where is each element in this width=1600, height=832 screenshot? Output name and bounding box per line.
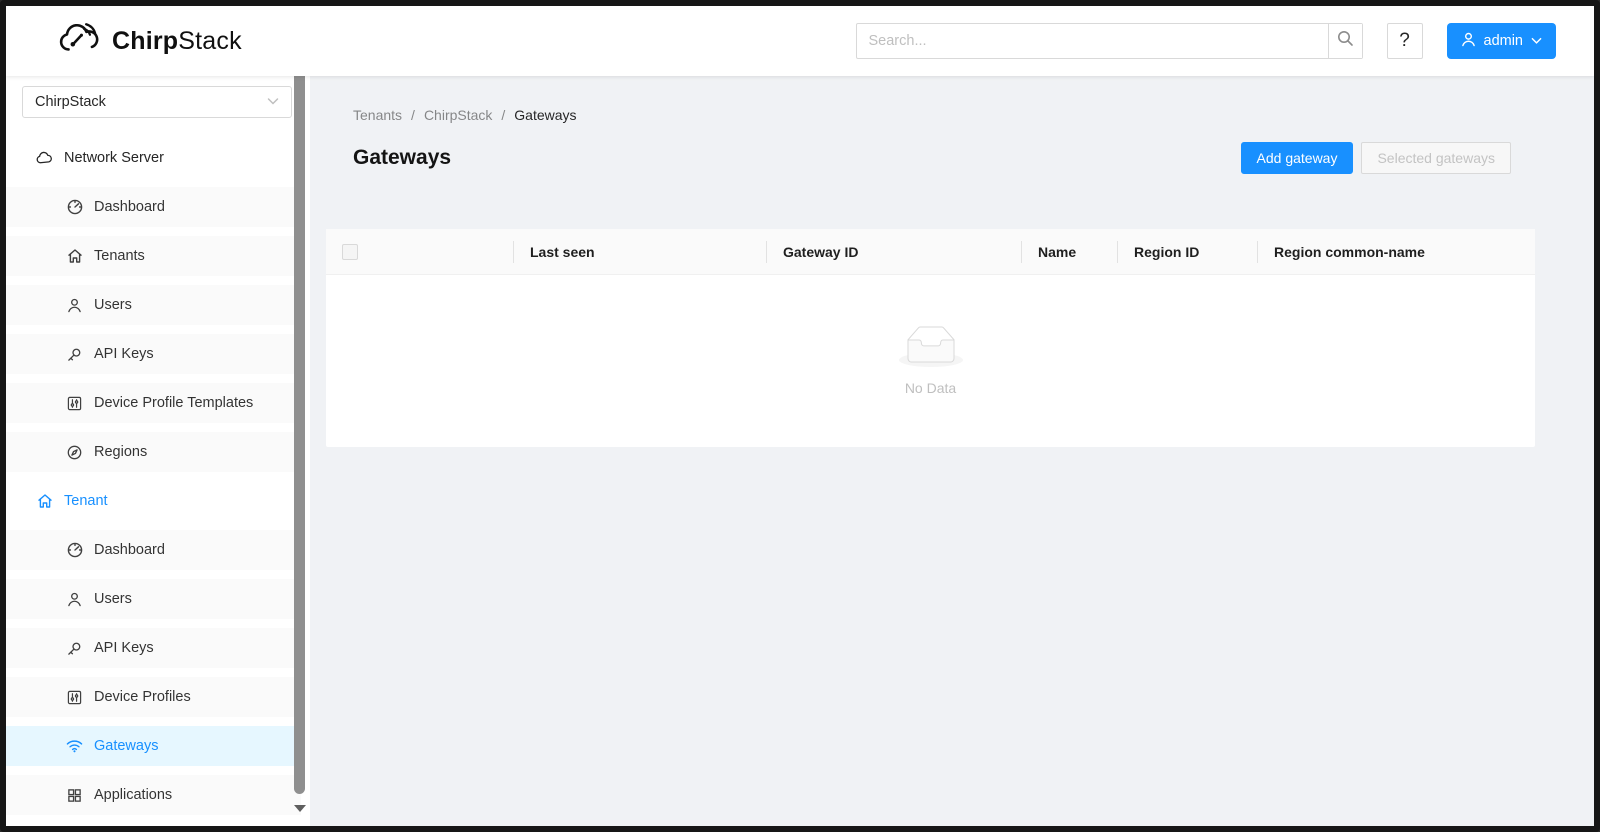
chirpstack-logo: ChirpStack xyxy=(56,20,242,63)
caret-down-icon[interactable] xyxy=(294,805,306,812)
sidebar-item-label: Regions xyxy=(94,444,148,460)
user-menu-label: admin xyxy=(1483,33,1524,49)
sidebar-navigation: ChirpStack Network Server Dashboard Tena… xyxy=(6,76,310,826)
main-content: Tenants / ChirpStack / Gateways Gateways… xyxy=(310,76,1594,826)
column-header-name[interactable]: Name xyxy=(1022,229,1118,274)
sidebar-item-tenant-dashboard[interactable]: Dashboard xyxy=(6,530,301,570)
compass-icon xyxy=(66,445,83,460)
sidebar-item-tenant-api-keys[interactable]: API Keys xyxy=(6,628,301,668)
select-all-checkbox[interactable] xyxy=(342,243,358,260)
sidebar-item-label: Gateways xyxy=(94,738,159,754)
sidebar-item-label: Device Profiles xyxy=(94,689,191,705)
sidebar-item-ns-api-keys[interactable]: API Keys xyxy=(6,334,301,374)
sidebar-item-tenant-gateways[interactable]: Gateways xyxy=(6,726,301,766)
logo-wordmark: ChirpStack xyxy=(112,26,242,55)
chevron-down-icon xyxy=(267,94,279,110)
sidebar-item-ns-tenants[interactable]: Tenants xyxy=(6,236,301,276)
user-icon xyxy=(66,298,83,313)
sidebar-item-tenant-applications[interactable]: Applications xyxy=(6,775,301,815)
sidebar-section-network-server[interactable]: Network Server xyxy=(6,138,301,178)
tenant-select-dropdown[interactable]: ChirpStack xyxy=(22,86,292,118)
sidebar-item-label: API Keys xyxy=(94,640,154,656)
sidebar-item-label: Users xyxy=(94,297,132,313)
selected-gateways-button[interactable]: Selected gateways xyxy=(1361,142,1511,174)
key-icon xyxy=(66,347,83,362)
user-icon xyxy=(1461,32,1476,51)
column-header-gateway-id[interactable]: Gateway ID xyxy=(767,229,1022,274)
sidebar-item-label: Dashboard xyxy=(94,199,165,215)
chirpstack-app-window: ChirpStack ? xyxy=(0,0,1600,832)
sidebar-item-label: Device Profile Templates xyxy=(94,395,254,411)
user-menu-button[interactable]: admin xyxy=(1446,23,1556,59)
empty-state: No Data xyxy=(326,275,1535,447)
top-header-bar: ChirpStack ? xyxy=(6,6,1594,76)
sidebar-menu: Network Server Dashboard Tenants Users A… xyxy=(6,138,310,815)
gateways-table-card: Last seen Gateway ID Name Region ID Regi… xyxy=(326,229,1535,447)
search-button[interactable] xyxy=(1327,24,1362,58)
sidebar-item-tenant-users[interactable]: Users xyxy=(6,579,301,619)
help-button[interactable]: ? xyxy=(1386,23,1423,59)
sidebar-item-ns-regions[interactable]: Regions xyxy=(6,432,301,472)
sliders-icon xyxy=(66,690,83,705)
sidebar-item-ns-users[interactable]: Users xyxy=(6,285,301,325)
search-input[interactable] xyxy=(856,24,1328,58)
sidebar-item-label: Users xyxy=(94,591,132,607)
column-header-region-common-name[interactable]: Region common-name xyxy=(1258,229,1535,274)
add-gateway-button[interactable]: Add gateway xyxy=(1240,142,1354,174)
chevron-down-icon xyxy=(1531,33,1542,49)
breadcrumb: Tenants / ChirpStack / Gateways xyxy=(353,104,1535,126)
sidebar-item-label: API Keys xyxy=(94,346,154,362)
sidebar-item-label: Applications xyxy=(94,787,173,803)
empty-state-text: No Data xyxy=(904,380,957,396)
dashboard-icon xyxy=(66,199,83,215)
home-icon xyxy=(36,493,53,509)
sidebar-section-label: Tenant xyxy=(64,493,108,509)
tenant-select-value: ChirpStack xyxy=(35,94,106,110)
inbox-icon xyxy=(898,326,963,372)
page-title: Gateways xyxy=(353,146,452,169)
breadcrumb-separator: / xyxy=(411,107,415,123)
appstore-icon xyxy=(66,788,83,803)
table-header-row: Last seen Gateway ID Name Region ID Regi… xyxy=(326,229,1535,275)
breadcrumb-chirpstack-link[interactable]: ChirpStack xyxy=(424,104,492,126)
column-header-region-id[interactable]: Region ID xyxy=(1118,229,1258,274)
sliders-icon xyxy=(66,396,83,411)
dashboard-icon xyxy=(66,542,83,558)
home-icon xyxy=(66,248,83,264)
sidebar-item-tenant-device-profiles[interactable]: Device Profiles xyxy=(6,677,301,717)
user-icon xyxy=(66,592,83,607)
sidebar-item-ns-device-profile-templates[interactable]: Device Profile Templates xyxy=(6,383,301,423)
wifi-icon xyxy=(66,739,83,753)
sidebar-scrollbar-thumb[interactable] xyxy=(294,76,305,794)
chirpstack-cloud-icon xyxy=(56,20,102,63)
global-search xyxy=(855,23,1363,59)
breadcrumb-separator: / xyxy=(501,107,506,123)
sidebar-section-label: Network Server xyxy=(64,150,164,166)
sidebar-section-tenant[interactable]: Tenant xyxy=(6,481,301,521)
select-all-cell xyxy=(326,229,386,274)
sidebar-item-label: Dashboard xyxy=(94,542,165,558)
column-header-last-seen[interactable]: Last seen xyxy=(514,229,767,274)
column-header-status xyxy=(386,229,514,274)
sidebar-item-label: Tenants xyxy=(94,248,145,264)
cloud-icon xyxy=(36,151,53,165)
search-icon xyxy=(1337,30,1354,52)
sidebar-item-ns-dashboard[interactable]: Dashboard xyxy=(6,187,301,227)
breadcrumb-tenants-link[interactable]: Tenants xyxy=(353,104,402,126)
breadcrumb-current: Gateways xyxy=(514,107,577,123)
key-icon xyxy=(66,641,83,656)
